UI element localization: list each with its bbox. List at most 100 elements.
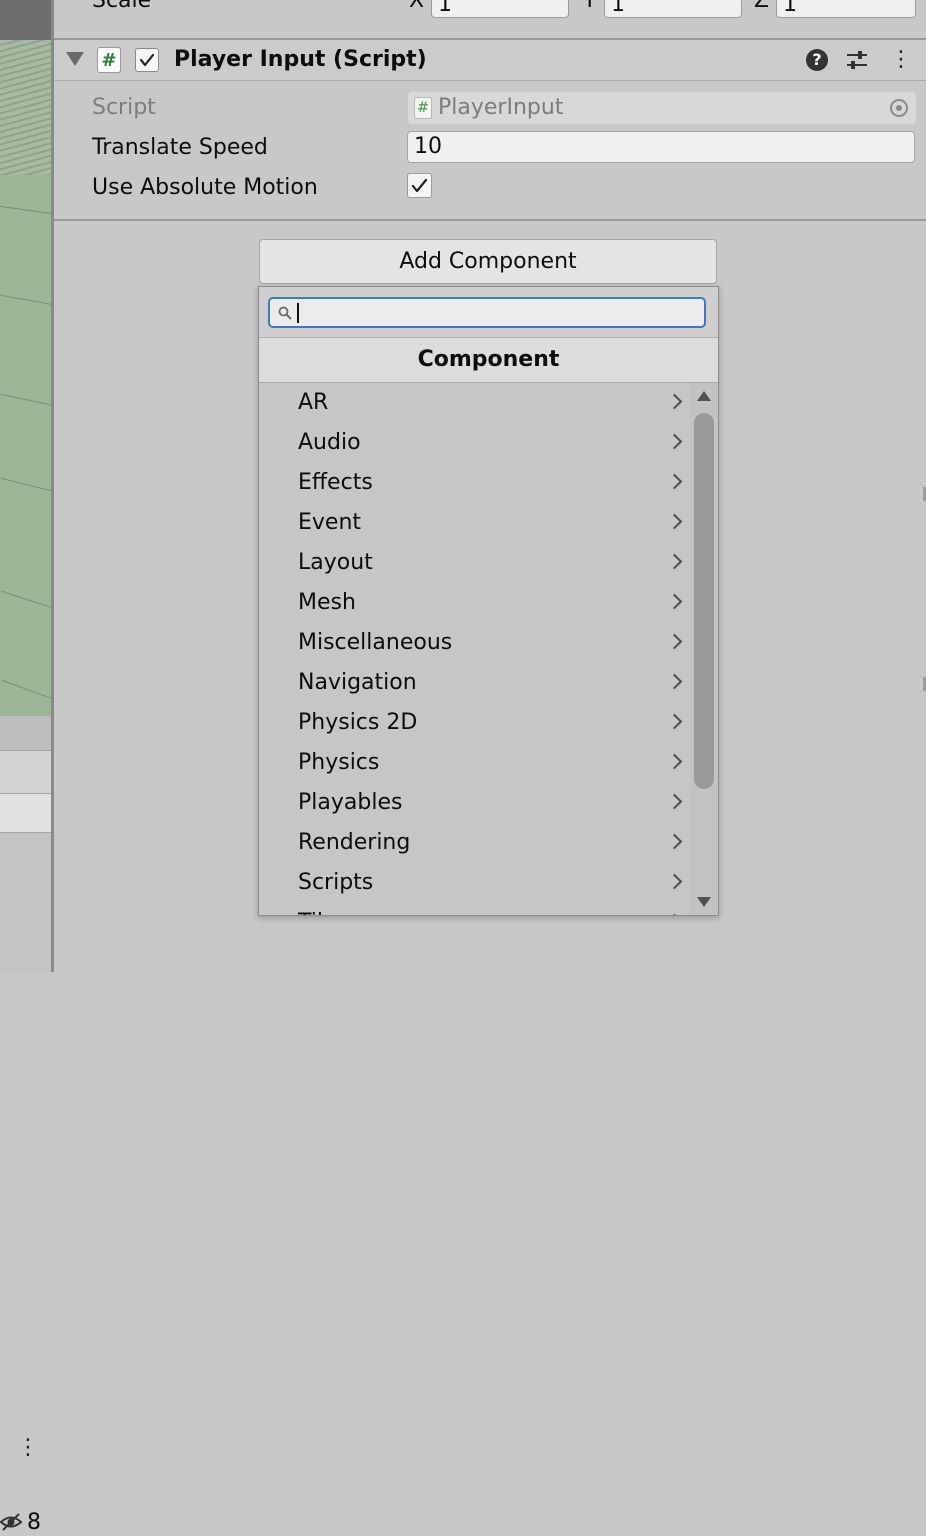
chevron-right-icon <box>666 753 683 770</box>
scale-x-label: X <box>409 0 425 13</box>
add-component-button[interactable]: Add Component <box>259 239 717 284</box>
chevron-right-icon <box>666 473 683 490</box>
chevron-right-icon <box>666 673 683 690</box>
script-asset-icon: # <box>414 97 432 119</box>
chevron-right-icon <box>666 553 683 570</box>
category-item[interactable]: Scripts <box>259 863 689 903</box>
category-item[interactable]: AR <box>259 383 689 423</box>
transform-scale-row: Scale X 1 Y 1 Z 1 <box>54 0 926 40</box>
scale-label: Scale <box>92 0 152 13</box>
hierarchy-toolbar: ⋮ <box>0 716 51 1460</box>
script-object-field: # PlayerInput <box>408 92 916 124</box>
popup-search-area <box>259 287 718 337</box>
category-label: Layout <box>298 550 373 575</box>
chevron-right-icon <box>666 433 683 450</box>
presets-sliders-icon[interactable] <box>844 47 870 73</box>
inspector-panel: Scale X 1 Y 1 Z 1 # Player Input (Script… <box>54 0 926 972</box>
category-label: Audio <box>298 430 361 455</box>
category-label: Playables <box>298 790 403 815</box>
script-label: Script <box>92 95 156 120</box>
hidden-count: 8 <box>27 1510 41 1535</box>
category-label: Tilemap <box>298 903 385 915</box>
category-item[interactable]: Physics 2D <box>259 703 689 743</box>
help-icon[interactable]: ? <box>806 49 828 71</box>
chevron-right-icon <box>666 593 683 610</box>
use-absolute-motion-checkbox[interactable] <box>407 173 432 198</box>
object-picker-icon[interactable] <box>890 99 908 117</box>
category-label: Effects <box>298 470 373 495</box>
grid-line <box>1 679 51 702</box>
translate-speed-row: Translate Speed 10 <box>54 129 926 167</box>
grid-line <box>0 205 51 216</box>
category-item[interactable]: Event <box>259 503 689 543</box>
category-label: Scripts <box>298 870 374 895</box>
grid-line <box>0 477 51 494</box>
scene-terrain-texture <box>0 40 51 175</box>
category-label: Physics <box>298 750 380 775</box>
chevron-right-icon <box>666 713 683 730</box>
component-category-list: AR Audio Effects Event Layout Mesh Miscellaneo… <box>259 383 689 915</box>
scene-view[interactable] <box>0 0 51 716</box>
chevron-right-icon <box>666 513 683 530</box>
popup-scrollbar[interactable] <box>690 383 718 915</box>
scale-z-field[interactable]: 1 <box>776 0 916 18</box>
grid-line <box>0 294 51 307</box>
use-absolute-motion-row: Use Absolute Motion <box>54 169 926 207</box>
foldout-triangle-icon[interactable] <box>66 52 84 66</box>
component-divider <box>54 219 926 221</box>
search-icon <box>278 306 292 320</box>
chevron-right-icon <box>666 873 683 890</box>
chevron-right-icon <box>666 793 683 810</box>
scale-x-field[interactable]: 1 <box>431 0 569 18</box>
component-header[interactable]: # Player Input (Script) ? ⋮ <box>54 40 926 81</box>
hierarchy-area <box>0 833 51 972</box>
category-label: Event <box>298 510 362 535</box>
category-label: Rendering <box>298 830 411 855</box>
chevron-right-icon <box>666 913 683 915</box>
category-item[interactable]: Physics <box>259 743 689 783</box>
scroll-up-arrow-icon[interactable] <box>697 391 711 401</box>
add-component-popup: Component AR Audio Effects Event Layout Mesh M… <box>258 286 719 916</box>
search-row <box>0 794 51 833</box>
script-property-row: Script # PlayerInput <box>54 89 926 127</box>
category-item[interactable]: Playables <box>259 783 689 823</box>
category-item[interactable]: Miscellaneous <box>259 623 689 663</box>
category-label: Navigation <box>298 670 417 695</box>
component-menu-icon[interactable]: ⋮ <box>890 46 912 74</box>
checkmark-icon <box>411 178 428 193</box>
scale-y-field[interactable]: 1 <box>604 0 742 18</box>
checkmark-icon <box>139 53 155 67</box>
category-item[interactable]: Navigation <box>259 663 689 703</box>
component-enabled-checkbox[interactable] <box>135 48 159 72</box>
category-item[interactable]: Rendering <box>259 823 689 863</box>
category-item[interactable]: Mesh <box>259 583 689 623</box>
use-absolute-motion-label: Use Absolute Motion <box>92 175 318 200</box>
component-title: Player Input (Script) <box>174 47 427 72</box>
category-item[interactable]: Layout <box>259 543 689 583</box>
component-search-input[interactable] <box>268 297 706 328</box>
category-item[interactable]: Tilemap <box>259 903 689 915</box>
script-hash-icon: # <box>97 47 121 73</box>
category-item[interactable]: Effects <box>259 463 689 503</box>
scene-sky <box>0 0 51 40</box>
hidden-eye-icon[interactable] <box>0 1511 22 1533</box>
script-value: PlayerInput <box>438 95 564 120</box>
scale-y-label: Y <box>583 0 597 13</box>
translate-speed-label: Translate Speed <box>92 135 268 160</box>
category-label: Mesh <box>298 590 356 615</box>
grid-line <box>0 393 51 408</box>
visibility-row: 8 <box>0 751 51 1535</box>
text-caret <box>297 303 299 323</box>
category-label: AR <box>298 390 329 415</box>
grid-line <box>1 590 51 611</box>
scroll-down-arrow-icon[interactable] <box>697 897 711 907</box>
chevron-right-icon <box>666 393 683 410</box>
translate-speed-field[interactable]: 10 <box>407 131 915 163</box>
chevron-right-icon <box>666 833 683 850</box>
category-label: Physics 2D <box>298 710 418 735</box>
category-item[interactable]: Audio <box>259 423 689 463</box>
more-options-icon[interactable]: ⋮ <box>17 1436 39 1460</box>
category-label: Miscellaneous <box>298 630 453 655</box>
chevron-right-icon <box>666 633 683 650</box>
scroll-thumb[interactable] <box>694 413 714 789</box>
